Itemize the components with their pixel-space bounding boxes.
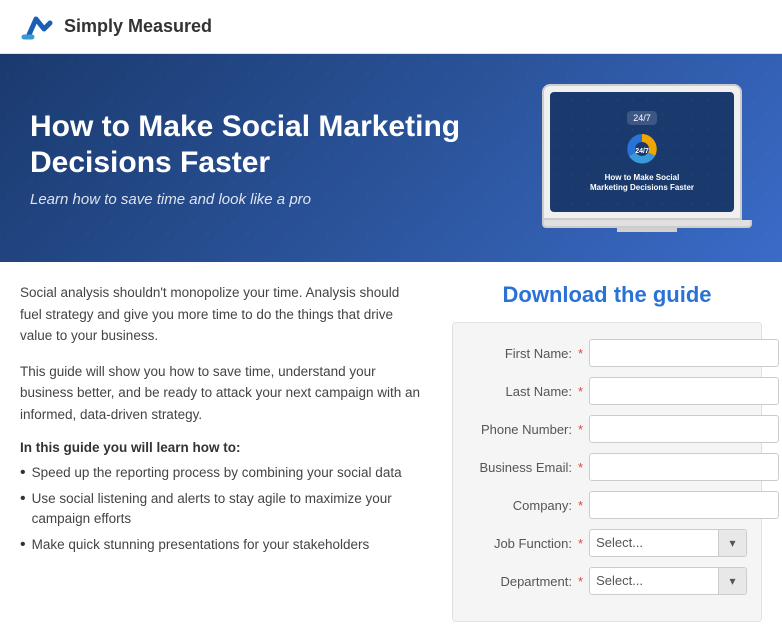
form-title: Download the guide <box>452 282 762 308</box>
label-job-function: Job Function: <box>467 536 572 551</box>
required-job-function: * <box>578 536 583 551</box>
input-last-name[interactable] <box>589 377 779 405</box>
bullet-icon: • <box>20 535 26 554</box>
chevron-down-icon[interactable]: ▾ <box>718 529 746 557</box>
hero-banner: How to Make Social Marketing Decisions F… <box>0 54 782 262</box>
bullet-icon: • <box>20 463 26 482</box>
input-first-name[interactable] <box>589 339 779 367</box>
input-email[interactable] <box>589 453 779 481</box>
select-department-value: Select... <box>590 567 718 595</box>
logo-text: Simply Measured <box>64 16 212 37</box>
label-email: Business Email: <box>467 460 572 475</box>
laptop-graphic: 24/7 24/7 How to Make Social Marketing D… <box>542 84 752 232</box>
hero-title: How to Make Social Marketing Decisions F… <box>30 109 522 181</box>
label-phone: Phone Number: <box>467 422 572 437</box>
chevron-down-icon[interactable]: ▾ <box>718 567 746 595</box>
paragraph-1: Social analysis shouldn't monopolize you… <box>20 282 422 347</box>
learn-heading: In this guide you will learn how to: <box>20 440 422 455</box>
required-last-name: * <box>578 384 583 399</box>
hero-subtitle: Learn how to save time and look like a p… <box>30 191 522 208</box>
header: Simply Measured <box>0 0 782 54</box>
form-container: First Name: * Last Name: * Phone Number:… <box>452 322 762 622</box>
form-row-last-name: Last Name: * <box>467 377 747 405</box>
form-row-company: Company: * <box>467 491 747 519</box>
bullet-text-1: Speed up the reporting process by combin… <box>32 463 402 483</box>
form-row-first-name: First Name: * <box>467 339 747 367</box>
bullet-list: • Speed up the reporting process by comb… <box>20 463 422 556</box>
left-content: Social analysis shouldn't monopolize you… <box>20 282 422 562</box>
required-department: * <box>578 574 583 589</box>
form-row-job-function: Job Function: * Select... ▾ <box>467 529 747 557</box>
svg-text:24/7: 24/7 <box>635 148 649 155</box>
input-company[interactable] <box>589 491 779 519</box>
select-department[interactable]: Select... ▾ <box>589 567 747 595</box>
hero-text-block: How to Make Social Marketing Decisions F… <box>30 109 522 208</box>
label-department: Department: <box>467 574 572 589</box>
bullet-icon: • <box>20 489 26 508</box>
list-item: • Use social listening and alerts to sta… <box>20 489 422 530</box>
logo[interactable]: Simply Measured <box>20 9 212 45</box>
screen-title: How to Make Social Marketing Decisions F… <box>590 173 694 194</box>
label-first-name: First Name: <box>467 346 572 361</box>
required-phone: * <box>578 422 583 437</box>
select-job-function[interactable]: Select... ▾ <box>589 529 747 557</box>
list-item: • Speed up the reporting process by comb… <box>20 463 422 483</box>
bullet-text-3: Make quick stunning presentations for yo… <box>32 535 370 555</box>
screen-pie-chart: 24/7 <box>622 129 662 169</box>
main-content: Social analysis shouldn't monopolize you… <box>0 262 782 642</box>
simply-measured-logo-icon <box>20 9 56 45</box>
form-row-phone: Phone Number: * <box>467 415 747 443</box>
form-row-department: Department: * Select... ▾ <box>467 567 747 595</box>
required-company: * <box>578 498 583 513</box>
paragraph-2: This guide will show you how to save tim… <box>20 361 422 426</box>
required-first-name: * <box>578 346 583 361</box>
label-last-name: Last Name: <box>467 384 572 399</box>
input-phone[interactable] <box>589 415 779 443</box>
download-form: Download the guide First Name: * Last Na… <box>452 282 762 622</box>
label-company: Company: <box>467 498 572 513</box>
bullet-text-2: Use social listening and alerts to stay … <box>32 489 422 530</box>
screen-badge: 24/7 <box>627 111 657 125</box>
list-item: • Make quick stunning presentations for … <box>20 535 422 555</box>
form-row-email: Business Email: * <box>467 453 747 481</box>
required-email: * <box>578 460 583 475</box>
select-job-function-value: Select... <box>590 529 718 557</box>
hero-image: 24/7 24/7 How to Make Social Marketing D… <box>542 84 752 232</box>
